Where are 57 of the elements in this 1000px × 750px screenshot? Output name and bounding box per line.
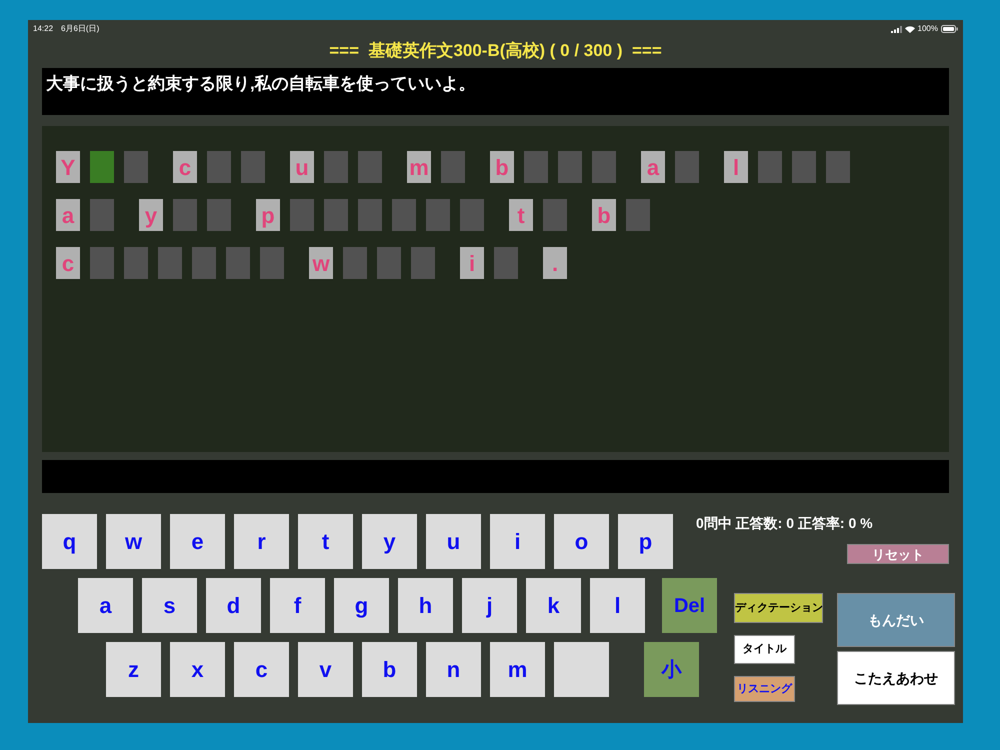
status-time: 14:22 (33, 23, 54, 35)
letter-key[interactable]: s (142, 578, 197, 633)
hint-letter-tile: a (56, 199, 80, 231)
letter-key[interactable]: d (206, 578, 261, 633)
mode-button[interactable]: リスニング (734, 676, 795, 702)
letter-key[interactable]: w (106, 514, 161, 569)
letter-key[interactable]: k (526, 578, 581, 633)
letter-key[interactable]: n (426, 642, 481, 697)
hint-letter-tile: i (460, 247, 484, 279)
letter-key[interactable]: g (334, 578, 389, 633)
letter-key[interactable]: l (590, 578, 645, 633)
hint-letter-tile: . (543, 247, 567, 279)
hint-letter-tile: l (724, 151, 748, 183)
letter-key[interactable]: j (462, 578, 517, 633)
signal-icon (890, 26, 902, 32)
letter-key[interactable]: h (398, 578, 453, 633)
blank-key[interactable] (554, 642, 609, 697)
status-date: 6月6日(日) (61, 23, 100, 35)
battery-icon (941, 25, 958, 33)
letter-key[interactable]: a (78, 578, 133, 633)
letter-key[interactable]: p (618, 514, 673, 569)
mode-button[interactable]: タイトル (734, 635, 795, 664)
hint-letter-tile: m (407, 151, 431, 183)
letter-key[interactable]: c (234, 642, 289, 697)
letter-key[interactable]: f (270, 578, 325, 633)
battery-percent: 100% (918, 23, 938, 35)
letter-key[interactable]: r (234, 514, 289, 569)
letter-key[interactable]: y (362, 514, 417, 569)
letter-key[interactable]: e (170, 514, 225, 569)
letter-key[interactable]: u (426, 514, 481, 569)
question-button[interactable]: もんだい (837, 593, 955, 647)
check-answer-button[interactable]: こたえあわせ (837, 651, 955, 705)
hint-letter-tile: b (490, 151, 514, 183)
hint-letter-tile: a (641, 151, 665, 183)
letter-key[interactable]: o (554, 514, 609, 569)
letter-key[interactable]: q (42, 514, 97, 569)
score-stats: 0問中 正答数: 0 正答率: 0 % (696, 514, 874, 533)
letter-key[interactable]: t (298, 514, 353, 569)
hint-letter-tile: c (56, 247, 80, 279)
letter-key[interactable]: z (106, 642, 161, 697)
letter-key[interactable]: v (298, 642, 353, 697)
hint-letter-tile: Y (56, 151, 80, 183)
hint-letter-tile: w (309, 247, 333, 279)
hint-letter-tile: y (139, 199, 163, 231)
hint-letter-tile: b (592, 199, 616, 231)
letter-key[interactable]: m (490, 642, 545, 697)
hint-letter-tile: c (173, 151, 197, 183)
hint-letter-tile: t (509, 199, 533, 231)
quiz-title: === 基礎英作文300-B(高校) ( 0 / 300 ) === (329, 40, 662, 62)
letter-key[interactable]: b (362, 642, 417, 697)
mode-button[interactable]: ディクテーション (734, 593, 823, 623)
letter-key[interactable]: i (490, 514, 545, 569)
prompt-text: 大事に扱うと約束する限り,私の自転車を使っていいよ。 (46, 74, 476, 93)
wifi-icon (904, 26, 915, 32)
hint-letter-tile: u (290, 151, 314, 183)
letter-key[interactable]: x (170, 642, 225, 697)
hint-letter-tile: p (256, 199, 280, 231)
